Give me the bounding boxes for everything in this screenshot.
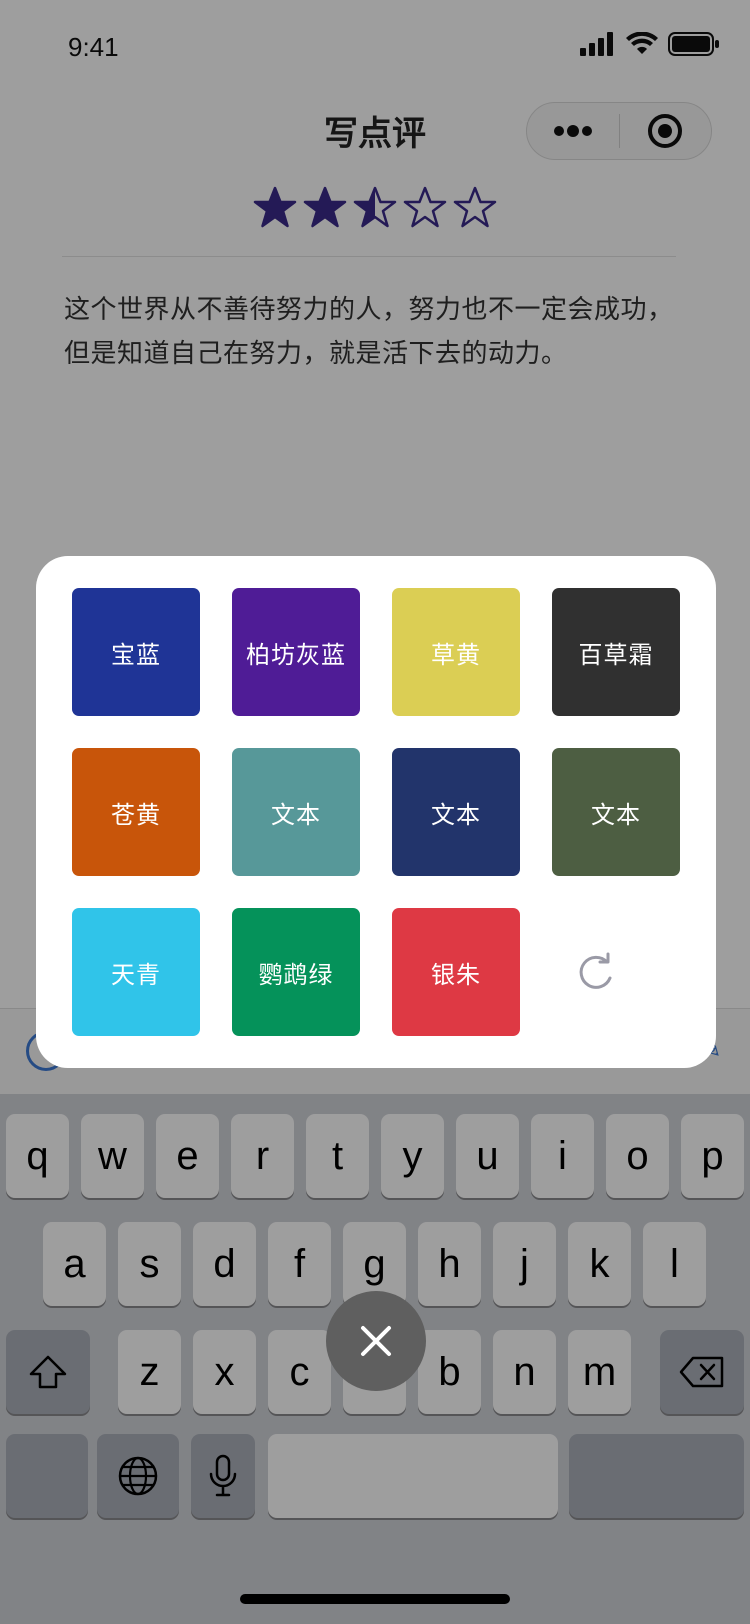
color-swatch[interactable]: 文本 (552, 748, 680, 876)
close-popup-button[interactable] (326, 1291, 426, 1391)
color-swatch[interactable]: 文本 (392, 748, 520, 876)
color-swatch[interactable]: 天青 (72, 908, 200, 1036)
refresh-icon (579, 952, 612, 989)
color-swatch[interactable]: 银朱 (392, 908, 520, 1036)
color-swatch[interactable]: 文本 (232, 748, 360, 876)
color-swatch[interactable]: 草黄 (392, 588, 520, 716)
color-picker-popup: 宝蓝 柏坊灰蓝 草黄 百草霜 苍黄 文本 文本 文本 天青 鹦鹉绿 银朱 (36, 556, 716, 1068)
color-swatch[interactable]: 苍黄 (72, 748, 200, 876)
close-icon (361, 1326, 391, 1356)
color-swatch[interactable]: 鹦鹉绿 (232, 908, 360, 1036)
color-swatch[interactable]: 柏坊灰蓝 (232, 588, 360, 716)
refresh-button[interactable] (532, 908, 660, 1036)
color-swatch[interactable]: 百草霜 (552, 588, 680, 716)
color-swatch[interactable]: 宝蓝 (72, 588, 200, 716)
